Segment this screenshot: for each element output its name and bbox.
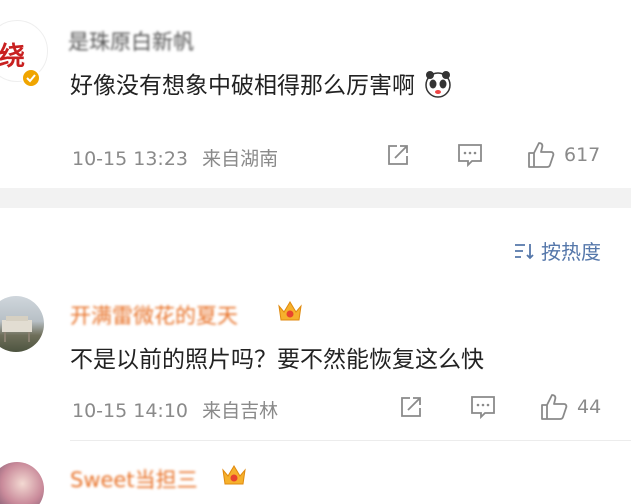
username-text: 开满雷微花的夏天: [70, 304, 238, 328]
comment-icon: [458, 144, 482, 168]
like-button[interactable]: 617: [526, 140, 600, 170]
sort-icon: [515, 243, 534, 259]
username[interactable]: 是珠原白新帆: [68, 26, 194, 56]
sort-by-hot-button[interactable]: 按热度: [513, 236, 601, 265]
comment-date: 10-15 14:10: [72, 400, 189, 422]
comment-button[interactable]: [456, 142, 484, 168]
avatar[interactable]: [0, 296, 44, 352]
share-button[interactable]: [385, 142, 411, 168]
panda-emoji-icon: [424, 70, 452, 104]
comment-text: 不是以前的照片吗？要不然能恢复这么快: [70, 347, 484, 373]
verified-badge-icon: [21, 68, 41, 88]
comment-card-3: Sweet当担三: [0, 452, 631, 504]
like-icon: [541, 394, 568, 420]
comment-text: 好像没有想象中破相得那么厉害啊: [70, 66, 452, 104]
comment-divider: [70, 440, 631, 441]
share-icon: [388, 145, 408, 165]
comment-button[interactable]: [469, 394, 497, 420]
like-button[interactable]: 44: [539, 392, 601, 422]
crown-badge-icon: [220, 462, 248, 492]
sort-label: 按热度: [541, 240, 601, 264]
comment-icon: [471, 396, 495, 420]
comment-date: 10-15 13:23: [72, 148, 189, 170]
avatar-text: 绕: [0, 42, 26, 72]
username[interactable]: Sweet当担三: [70, 464, 198, 494]
comment-meta: 10-15 14:10 来自吉林: [72, 396, 278, 423]
like-count: 44: [577, 396, 602, 418]
like-count: 617: [564, 144, 601, 166]
comment-text-content: 好像没有想象中破相得那么厉害啊: [70, 73, 415, 99]
comment-card-2: 开满雷微花的夏天 不是以前的照片吗？要不然能恢复这么快 10-15 14:10 …: [0, 290, 631, 440]
comment-location: 来自吉林: [202, 400, 279, 422]
share-button[interactable]: [398, 394, 424, 420]
comment-card-1: 绕 是珠原白新帆 好像没有想象中破相得那么厉害啊 10-15 13:23 来自湖…: [0, 0, 631, 188]
section-divider: [0, 188, 631, 208]
like-icon: [528, 142, 555, 168]
avatar[interactable]: [0, 462, 44, 504]
share-icon: [401, 397, 421, 417]
comment-location: 来自湖南: [202, 148, 279, 170]
crown-badge-icon: [276, 298, 304, 328]
username-text: Sweet当担三: [70, 468, 198, 492]
comment-meta: 10-15 13:23 来自湖南: [72, 144, 278, 171]
username[interactable]: 开满雷微花的夏天: [70, 300, 238, 330]
